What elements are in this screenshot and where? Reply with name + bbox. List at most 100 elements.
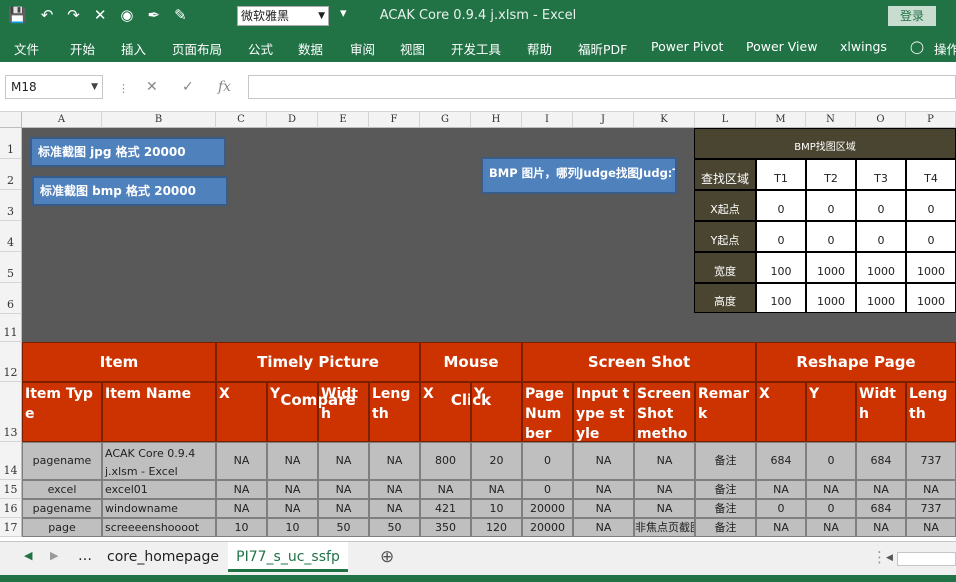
tab-power-pivot[interactable]: Power Pivot [651, 39, 723, 54]
bmp-value-cell[interactable]: 0 [856, 221, 906, 252]
bmp-row-label[interactable]: Y起点 [694, 221, 756, 252]
group-header[interactable]: Item [22, 342, 216, 382]
scroll-left-icon[interactable]: ◀ [24, 549, 32, 562]
row-header[interactable]: 16 [0, 499, 22, 518]
table-cell[interactable]: NA [806, 518, 856, 537]
table-cell[interactable]: NA [318, 442, 369, 480]
table-cell[interactable]: NA [634, 442, 695, 480]
table-cell[interactable]: 737 [906, 442, 956, 480]
table-cell[interactable]: NA [369, 442, 420, 480]
insert-function-icon[interactable]: fx [218, 79, 231, 95]
cancel-icon[interactable]: ✕ [146, 79, 158, 95]
table-cell[interactable]: NA [267, 499, 318, 518]
bmp-value-cell[interactable]: 0 [806, 190, 856, 221]
column-subheader[interactable]: Length [369, 382, 420, 442]
column-subheader[interactable]: Remark [695, 382, 756, 442]
row-header[interactable]: 1 [0, 128, 22, 159]
table-cell[interactable]: NA [906, 518, 956, 537]
table-cell[interactable]: NA [267, 442, 318, 480]
table-cell[interactable]: 800 [420, 442, 471, 480]
table-cell[interactable]: NA [573, 442, 634, 480]
column-header[interactable]: F [369, 112, 420, 128]
table-cell[interactable]: pagename [22, 499, 102, 518]
column-subheader[interactable]: X [216, 382, 267, 442]
bmp-screenshot-button[interactable]: 标准截图 bmp 格式 20000 [32, 176, 228, 206]
group-header[interactable]: Reshape Page [756, 342, 956, 382]
table-cell[interactable]: 20000 [522, 518, 573, 537]
table-cell[interactable]: NA [318, 499, 369, 518]
tab-file[interactable]: 文件 [14, 39, 39, 58]
bmp-value-cell[interactable]: 0 [906, 190, 956, 221]
table-cell[interactable]: 0 [522, 480, 573, 499]
column-header[interactable]: K [634, 112, 695, 128]
column-subheader[interactable]: Width [856, 382, 906, 442]
table-cell[interactable]: 备注 [695, 480, 756, 499]
column-subheader[interactable]: Y [471, 382, 522, 442]
table-cell[interactable]: excel01 [102, 480, 216, 499]
column-subheader[interactable]: Input type style [573, 382, 634, 442]
table-cell[interactable]: NA [420, 480, 471, 499]
table-cell[interactable]: NA [634, 499, 695, 518]
jpg-screenshot-button[interactable]: 标准截图 jpg 格式 20000 [30, 137, 226, 167]
row-header[interactable]: 3 [0, 190, 22, 221]
table-cell[interactable]: excel [22, 480, 102, 499]
column-subheader[interactable]: Item Name [102, 382, 216, 442]
bmp-value-cell[interactable]: 1000 [856, 283, 906, 313]
table-cell[interactable]: 非焦点页截图 [634, 518, 695, 537]
table-cell[interactable]: NA [573, 480, 634, 499]
table-cell[interactable]: 684 [856, 499, 906, 518]
name-box[interactable]: M18 ▼ [5, 75, 103, 99]
tab-foxit-pdf[interactable]: 福昕PDF [578, 39, 627, 58]
bmp-value-cell[interactable]: 100 [756, 252, 806, 283]
table-cell[interactable]: screeeenshoooot [102, 518, 216, 537]
column-header[interactable]: B [102, 112, 216, 128]
bmp-value-cell[interactable]: 0 [756, 221, 806, 252]
select-all-corner[interactable] [0, 112, 22, 128]
column-header[interactable]: A [22, 112, 102, 128]
add-sheet-icon[interactable]: ⊕ [380, 547, 394, 567]
bmp-header-cell[interactable]: T3 [856, 159, 906, 190]
table-cell[interactable]: 20 [471, 442, 522, 480]
horizontal-scrollbar[interactable] [897, 552, 956, 566]
row-header[interactable]: 6 [0, 283, 22, 314]
column-header[interactable]: J [573, 112, 634, 128]
bmp-row-label[interactable]: 高度 [694, 283, 756, 313]
group-header[interactable]: Mouse Click [420, 342, 522, 409]
bmp-header-cell[interactable]: T2 [806, 159, 856, 190]
table-cell[interactable]: 备注 [695, 499, 756, 518]
table-cell[interactable]: NA [756, 518, 806, 537]
column-subheader[interactable]: Width [318, 382, 369, 442]
row-header[interactable]: 15 [0, 480, 22, 499]
column-subheader[interactable]: X [756, 382, 806, 442]
table-cell[interactable]: 10 [216, 518, 267, 537]
table-cell[interactable]: NA [906, 480, 956, 499]
tab-formulas[interactable]: 公式 [248, 39, 273, 58]
table-cell[interactable]: NA [856, 518, 906, 537]
table-cell[interactable]: NA [216, 442, 267, 480]
table-cell[interactable]: 0 [756, 499, 806, 518]
bmp-value-cell[interactable]: 0 [756, 190, 806, 221]
table-cell[interactable]: windowname [102, 499, 216, 518]
bmp-value-cell[interactable]: 1000 [906, 283, 956, 313]
table-cell[interactable]: NA [573, 518, 634, 537]
row-header[interactable]: 11 [0, 314, 22, 342]
column-header[interactable]: E [318, 112, 369, 128]
tab-help[interactable]: 帮助 [527, 39, 552, 58]
column-header[interactable]: O [856, 112, 906, 128]
table-cell[interactable]: 120 [471, 518, 522, 537]
table-cell[interactable]: NA [216, 480, 267, 499]
table-cell[interactable]: 684 [756, 442, 806, 480]
row-header[interactable]: 12 [0, 342, 22, 382]
column-header[interactable]: N [806, 112, 856, 128]
column-subheader[interactable]: X [420, 382, 471, 442]
tab-review[interactable]: 审阅 [350, 39, 375, 58]
bmp-value-cell[interactable]: 100 [756, 283, 806, 313]
table-cell[interactable]: page [22, 518, 102, 537]
table-cell[interactable]: NA [806, 480, 856, 499]
table-cell[interactable]: NA [756, 480, 806, 499]
row-header[interactable]: 5 [0, 252, 22, 283]
tab-power-view[interactable]: Power View [746, 39, 817, 54]
bmp-row-label[interactable]: X起点 [694, 190, 756, 221]
group-header[interactable]: Screen Shot [522, 342, 756, 382]
table-cell[interactable]: 0 [806, 499, 856, 518]
